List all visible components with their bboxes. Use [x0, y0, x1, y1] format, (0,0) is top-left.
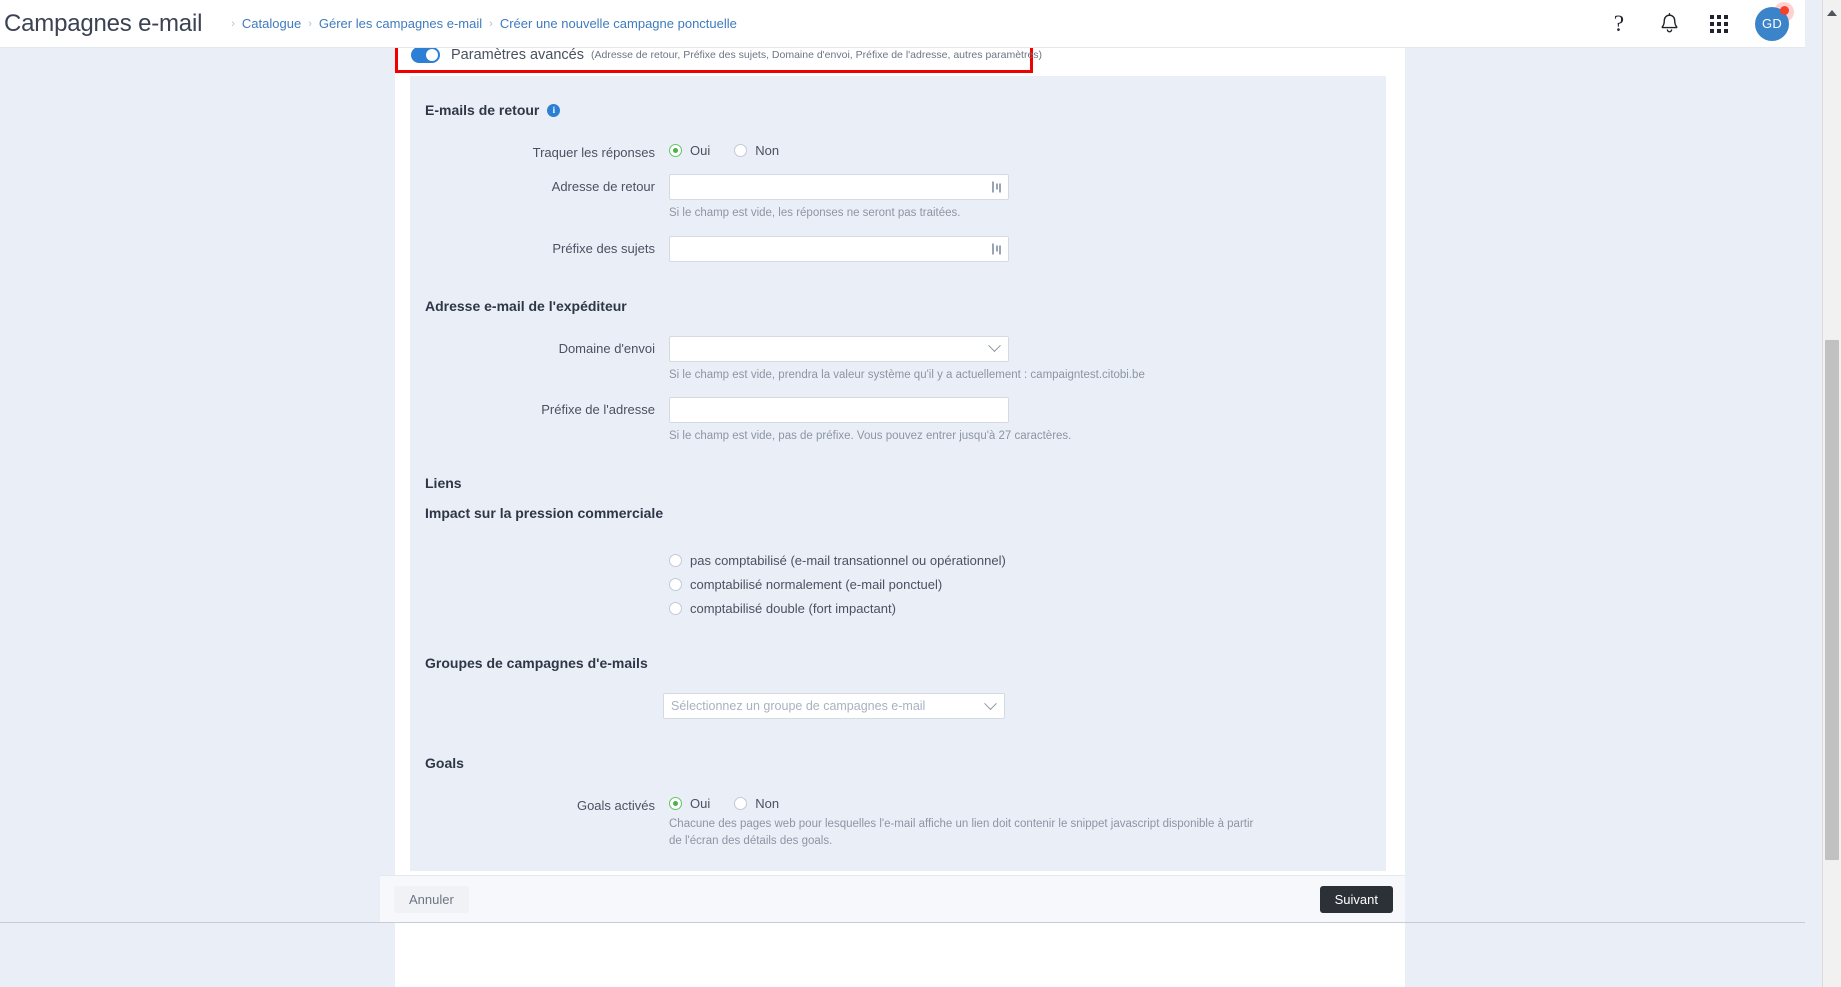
form-footer: Annuler Suivant — [380, 875, 1405, 922]
campaign-group-select-value: Sélectionnez un groupe de campagnes e-ma… — [671, 699, 926, 714]
apps-grid-icon-glyph — [1710, 14, 1728, 33]
app-root: Campagnes e-mail › Catalogue › Gérer les… — [0, 0, 1841, 987]
field-label-sending-domain: Domaine d'envoi — [558, 340, 655, 356]
subject-prefix-input-wrapper[interactable] — [669, 235, 1009, 262]
field-label-subject-prefix: Préfixe des sujets — [552, 240, 655, 256]
breadcrumb: › Catalogue › Gérer les campagnes e-mail… — [224, 16, 737, 31]
section-title-goals-text: Goals — [425, 755, 464, 772]
radio-counted-normally[interactable] — [669, 578, 682, 592]
radio-track-replies-non[interactable] — [734, 144, 748, 157]
toggle-knob — [426, 49, 438, 61]
avatar-notification-dot — [1780, 5, 1789, 15]
address-prefix-input[interactable] — [670, 398, 1008, 423]
breadcrumb-item-manage-campaigns[interactable]: Gérer les campagnes e-mail — [319, 16, 482, 31]
chevron-down-icon — [988, 339, 1001, 353]
field-sending-domain: Domaine d'envoi Si le champ est vide, pr… — [410, 335, 1386, 384]
help-icon-glyph: ? — [1613, 11, 1625, 36]
field-label-return-address: Adresse de retour — [551, 179, 655, 194]
advanced-settings-sublabel: (Adresse de retour, Préfixe des sujets, … — [590, 49, 1043, 61]
apps-grid-icon[interactable] — [1705, 10, 1733, 38]
radio-label-track-replies-non[interactable]: Non — [755, 143, 779, 158]
radio-track-replies-oui[interactable] — [669, 144, 682, 157]
avatar[interactable]: GD — [1755, 1, 1794, 41]
return-address-input[interactable] — [670, 175, 1008, 199]
personalization-bars-icon[interactable] — [992, 243, 1001, 255]
section-title-campaign-groups-text: Groupes de campagnes d'e-mails — [425, 655, 648, 672]
radio-label-counted-double[interactable]: comptabilisé double (fort impactant) — [690, 601, 896, 616]
section-title-commercial-pressure-text: Impact sur la pression commerciale — [425, 505, 664, 522]
breadcrumb-separator: › — [231, 17, 235, 30]
return-address-input-wrapper[interactable] — [669, 174, 1009, 200]
section-title-return-emails-text: E-mails de retour — [425, 102, 540, 118]
field-label-address-prefix: Préfixe de l'adresse — [541, 402, 655, 418]
scrollbar-thumb[interactable] — [1825, 340, 1839, 860]
breadcrumb-item-create-campaign[interactable]: Créer une nouvelle campagne ponctuelle — [500, 16, 737, 31]
section-title-sender-address: Adresse e-mail de l'expéditeur — [410, 298, 1386, 314]
advanced-settings-toggle[interactable] — [411, 48, 440, 63]
radio-label-goals-enabled-non[interactable]: Non — [755, 796, 779, 811]
notifications-bell-icon[interactable] — [1655, 10, 1683, 38]
section-title-links: Liens — [410, 475, 1386, 491]
field-track-replies: Traquer les réponses Oui Non — [410, 140, 1386, 160]
radio-label-not-counted[interactable]: pas comptabilisé (e-mail transationnel o… — [690, 553, 1006, 568]
advanced-settings-row[interactable]: Paramètres avancés (Adresse de retour, P… — [395, 48, 1042, 73]
field-address-prefix: Préfixe de l'adresse Si le champ est vid… — [410, 397, 1386, 445]
cancel-button[interactable]: Annuler — [394, 885, 469, 913]
browser-scrollbar[interactable] — [1822, 0, 1841, 987]
radio-label-counted-normally[interactable]: comptabilisé normalement (e-mail ponctue… — [690, 577, 942, 592]
radio-group-commercial-pressure: pas comptabilisé (e-mail transationnel o… — [669, 551, 1386, 616]
personalization-bars-icon[interactable] — [992, 181, 1001, 193]
radio-group-goals-enabled: Oui Non — [669, 793, 1386, 811]
address-prefix-input-wrapper[interactable] — [669, 397, 1009, 424]
chevron-down-icon — [984, 696, 997, 710]
section-title-sender-address-text: Adresse e-mail de l'expéditeur — [425, 297, 627, 314]
subject-prefix-input[interactable] — [670, 236, 1008, 261]
help-icon[interactable]: ? — [1605, 10, 1633, 38]
radio-not-counted[interactable] — [669, 554, 682, 568]
next-button[interactable]: Suivant — [1319, 885, 1393, 913]
breadcrumb-item-catalogue[interactable]: Catalogue — [242, 16, 301, 31]
info-icon[interactable]: i — [547, 103, 561, 117]
campaign-group-select-row: Sélectionnez un groupe de campagnes e-ma… — [663, 693, 1386, 720]
radio-option-counted-normally[interactable]: comptabilisé normalement (e-mail ponctue… — [669, 577, 1386, 592]
radio-option-not-counted[interactable]: pas comptabilisé (e-mail transationnel o… — [669, 553, 1386, 568]
field-label-track-replies: Traquer les réponses — [532, 145, 655, 160]
radio-option-counted-double[interactable]: comptabilisé double (fort impactant) — [669, 601, 1386, 616]
campaign-group-select[interactable]: Sélectionnez un groupe de campagnes e-ma… — [663, 693, 1005, 720]
field-goals-enabled: Goals activés Oui Non Chacune des pages … — [410, 793, 1386, 849]
content-area: Paramètres avancés (Adresse de retour, P… — [0, 48, 1805, 987]
section-title-campaign-groups: Groupes de campagnes d'e-mails — [410, 655, 1386, 671]
section-title-links-text: Liens — [425, 475, 462, 492]
scroll-up-arrow-icon[interactable] — [1823, 4, 1841, 22]
hint-address-prefix: Si le champ est vide, pas de préfixe. Vo… — [669, 430, 1072, 443]
top-bar-actions: ? GD — [1605, 1, 1805, 41]
hint-return-address: Si le champ est vide, les réponses ne se… — [669, 207, 961, 219]
advanced-settings-label: Paramètres avancés — [451, 48, 584, 63]
advanced-settings-panel: E-mails de retour i Traquer les réponses… — [410, 76, 1386, 872]
radio-group-track-replies: Oui Non — [669, 140, 1386, 158]
radio-goals-enabled-oui[interactable] — [669, 797, 682, 811]
field-subject-prefix: Préfixe des sujets — [410, 235, 1386, 262]
sending-domain-select[interactable] — [669, 335, 1009, 362]
breadcrumb-separator: › — [489, 17, 493, 30]
breadcrumb-separator: › — [308, 17, 312, 30]
hint-sending-domain: Si le champ est vide, prendra la valeur … — [669, 368, 1145, 381]
radio-counted-double[interactable] — [669, 602, 682, 616]
radio-label-track-replies-oui[interactable]: Oui — [690, 143, 710, 158]
footer-divider — [0, 922, 1805, 923]
hint-goals: Chacune des pages web pour lesquelles l'… — [669, 818, 1254, 847]
section-title-goals: Goals — [410, 755, 1386, 771]
radio-label-goals-enabled-oui[interactable]: Oui — [690, 796, 710, 811]
section-title-return-emails: E-mails de retour i — [410, 102, 1386, 118]
top-bar: Campagnes e-mail › Catalogue › Gérer les… — [0, 0, 1805, 48]
page-title: Campagnes e-mail — [4, 9, 203, 37]
section-title-commercial-pressure: Impact sur la pression commerciale — [410, 505, 1386, 521]
radio-goals-enabled-non[interactable] — [734, 797, 748, 811]
field-label-goals-enabled: Goals activés — [576, 798, 655, 814]
field-return-address: Adresse de retour Si le champ est vide, … — [410, 174, 1386, 222]
